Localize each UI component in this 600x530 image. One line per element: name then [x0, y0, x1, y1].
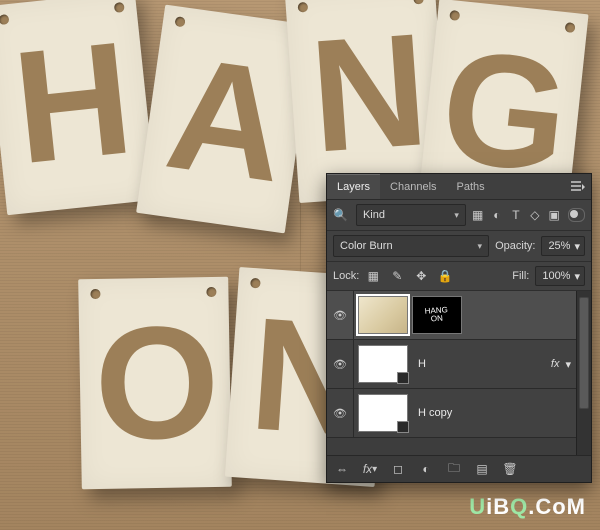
lock-all-icon[interactable]: 🔒	[437, 268, 453, 284]
flyout-menu-icon	[571, 181, 585, 193]
layer-mask-thumbnail[interactable]: HANGON	[412, 296, 462, 334]
lock-row: Lock: ▦ ✎ ✥ 🔒 Fill: 100% ▾	[327, 262, 591, 291]
chevron-down-icon[interactable]: ▾	[565, 358, 571, 371]
watermark: UiBQ.CoM	[469, 494, 586, 520]
filter-adjustment-icon[interactable]: ◐	[491, 207, 502, 223]
new-group-icon[interactable]: 🗀	[445, 460, 463, 478]
filter-toggle[interactable]	[568, 208, 585, 222]
filter-shape-icon[interactable]: ◇	[529, 207, 540, 223]
layer-name[interactable]: H copy	[412, 407, 575, 419]
filter-pixel-icon[interactable]: ▦	[472, 207, 483, 223]
layer-style-icon[interactable]: fx▾	[361, 460, 379, 478]
filter-kind-label: Kind	[363, 209, 385, 221]
chevron-down-icon: ▾	[574, 240, 580, 253]
opacity-value: 25%	[548, 240, 570, 252]
eye-icon: 👁	[333, 407, 347, 420]
tab-layers[interactable]: Layers	[327, 174, 380, 199]
layer-name[interactable]: H	[412, 358, 551, 370]
link-layers-icon[interactable]: ⇔	[333, 460, 351, 478]
fill-label: Fill:	[512, 270, 529, 282]
filter-kind-select[interactable]: Kind ▾	[356, 204, 466, 226]
adjustment-layer-icon[interactable]: ◐	[417, 460, 435, 478]
visibility-toggle[interactable]: 👁	[327, 389, 354, 437]
layer-list: 👁 HANGON 👁 H fx ▾ 👁 H copy	[327, 291, 591, 455]
fill-value: 100%	[542, 270, 570, 282]
link-badge-icon	[397, 421, 409, 433]
stencil-card-o: O	[78, 277, 232, 490]
scrollbar[interactable]	[576, 291, 591, 455]
layer-thumbnail[interactable]	[358, 394, 408, 432]
chevron-down-icon: ▾	[454, 210, 459, 221]
opacity-input[interactable]: 25% ▾	[541, 236, 585, 256]
lock-position-icon[interactable]: ✥	[413, 268, 429, 284]
layer-row[interactable]: 👁 H fx ▾	[327, 340, 591, 389]
eye-icon: 👁	[333, 358, 347, 371]
opacity-label: Opacity:	[495, 240, 535, 252]
mask-preview-text: HANGON	[425, 306, 449, 324]
panel-tabs: Layers Channels Paths	[327, 174, 591, 200]
chevron-down-icon: ▾	[574, 270, 580, 283]
stencil-letter: A	[150, 36, 298, 218]
tab-paths[interactable]: Paths	[447, 175, 495, 199]
panel-footer: ⇔ fx▾ ◻ ◐ 🗀 ▤ 🗑	[327, 455, 591, 482]
scrollbar-thumb[interactable]	[579, 297, 589, 409]
layers-panel: Layers Channels Paths 🔍 Kind ▾ ▦ ◐ T ◇ ▣…	[326, 173, 592, 483]
toggle-knob	[570, 210, 578, 218]
layer-fx-badge[interactable]: fx	[551, 358, 566, 370]
panel-flyout-menu[interactable]	[565, 177, 591, 197]
tab-channels[interactable]: Channels	[380, 175, 446, 199]
stencil-card-h: H	[0, 0, 157, 215]
blend-row: Color Burn ▾ Opacity: 25% ▾	[327, 231, 591, 262]
link-badge-icon	[397, 372, 409, 384]
fill-input[interactable]: 100% ▾	[535, 266, 585, 286]
stencil-letter: H	[1, 22, 144, 200]
filter-row: 🔍 Kind ▾ ▦ ◐ T ◇ ▣	[327, 200, 591, 231]
visibility-toggle[interactable]: 👁	[327, 291, 354, 339]
delete-layer-icon[interactable]: 🗑	[501, 460, 519, 478]
lock-transparent-icon[interactable]: ▦	[365, 268, 381, 284]
blend-mode-select[interactable]: Color Burn ▾	[333, 235, 489, 257]
lock-image-icon[interactable]: ✎	[389, 268, 405, 284]
layer-thumbnail[interactable]	[358, 296, 408, 334]
search-icon: 🔍	[333, 207, 348, 223]
layer-thumbnail[interactable]	[358, 345, 408, 383]
stencil-letter: N	[299, 14, 436, 188]
filter-smart-icon[interactable]: ▣	[548, 207, 559, 223]
layer-row[interactable]: 👁 HANGON	[327, 291, 591, 340]
new-layer-icon[interactable]: ▤	[473, 460, 491, 478]
chevron-down-icon: ▾	[478, 241, 483, 252]
eye-icon: 👁	[333, 309, 347, 322]
lock-label: Lock:	[333, 270, 359, 282]
filter-text-icon[interactable]: T	[510, 207, 521, 223]
layer-row[interactable]: 👁 H copy	[327, 389, 591, 438]
stencil-letter: O	[91, 307, 220, 475]
blend-mode-value: Color Burn	[340, 240, 393, 252]
visibility-toggle[interactable]: 👁	[327, 340, 354, 388]
layer-mask-icon[interactable]: ◻	[389, 460, 407, 478]
